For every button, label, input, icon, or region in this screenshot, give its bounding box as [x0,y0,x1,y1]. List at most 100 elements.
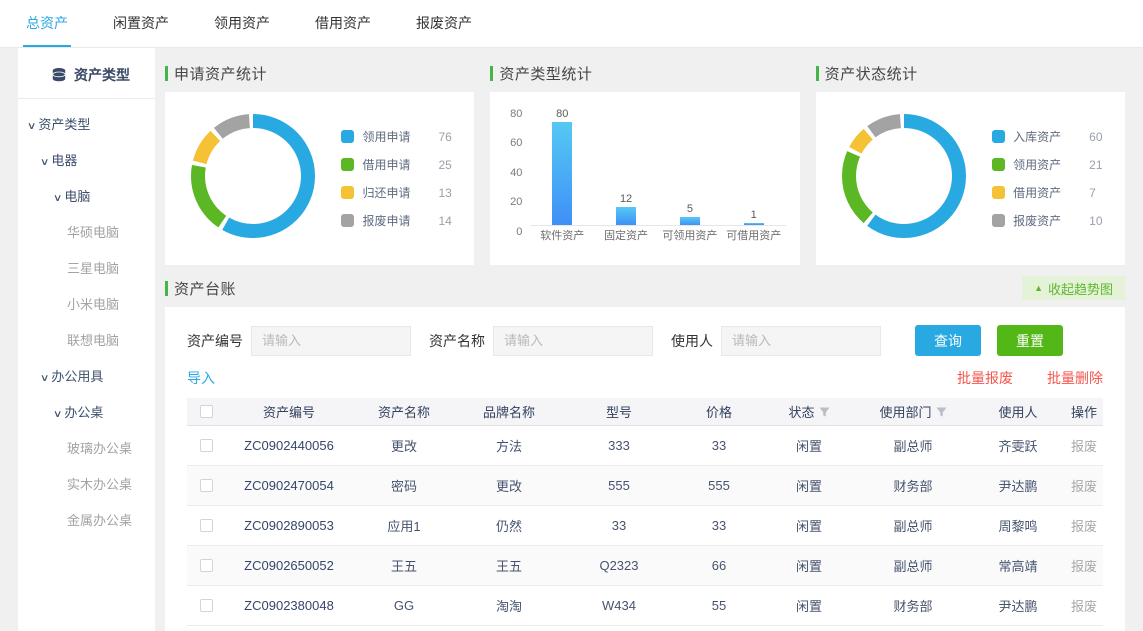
asset-type-icon [51,67,67,83]
tab-借用资产[interactable]: 借用资产 [312,0,374,47]
legend-label: 领用资产 [1013,156,1071,173]
legend-item-领用申请[interactable]: 领用申请76 [341,128,451,145]
cell-code: ZC0902440056 [225,438,353,453]
legend-swatch-icon [992,214,1005,227]
action-报废[interactable]: 报废 [1071,476,1097,495]
batch-links: 批量报废 批量删除 [957,368,1103,388]
header-checkbox-cell [187,405,225,418]
cell-status: 闲置 [763,516,855,535]
search-input-资产名称[interactable] [493,326,653,356]
bar-软件资产 [552,122,572,225]
query-button[interactable]: 查询 [915,325,981,356]
tree-item-金属办公桌[interactable]: 金属办公桌 [18,503,155,539]
search-field-使用人: 使用人 [671,326,881,356]
main-panel: 申请资产统计 领用申请76借用申请25归还申请13报废申请14 资产类型统计 0… [165,48,1125,631]
tab-报废资产[interactable]: 报废资产 [413,0,475,47]
row-checkbox[interactable] [200,559,213,572]
tree-item-三星电脑[interactable]: 三星电脑 [18,251,155,287]
y-axis-tick: 80 [498,108,522,120]
tab-闲置资产[interactable]: 闲置资产 [110,0,172,47]
tree-item-办公桌[interactable]: ∨办公桌 [18,395,155,431]
legend-item-报废资产[interactable]: 报废资产10 [992,212,1102,229]
bar-column-可领用资产: 5可领用资产 [658,108,722,225]
cell-user: 常高靖 [971,556,1065,575]
search-input-使用人[interactable] [721,326,881,356]
column-header-资产编号: 资产编号 [225,402,353,421]
tree-item-玻璃办公桌[interactable]: 玻璃办公桌 [18,431,155,467]
action-报废[interactable]: 报废 [1071,556,1097,575]
action-报废[interactable]: 报废 [1071,596,1097,615]
status-stats-section: 资产状态统计 入库资产60领用资产21借用资产7报废资产10 [816,48,1125,265]
x-axis-label: 可借用资产 [726,227,781,243]
search-field-资产名称: 资产名称 [429,326,653,356]
tree-item-label: 电器 [51,153,77,168]
legend-item-归还申请[interactable]: 归还申请13 [341,184,451,201]
legend-item-借用申请[interactable]: 借用申请25 [341,156,451,173]
cell-dept: 副总师 [855,436,971,455]
cell-code: ZC0902380048 [225,598,353,613]
tree-item-实木办公桌[interactable]: 实木办公桌 [18,467,155,503]
legend-item-报废申请[interactable]: 报废申请14 [341,212,451,229]
column-header-型号: 型号 [563,402,675,421]
chart-legend: 入库资产60 领用资产21 借用资产7 报废资产10 [992,128,1102,229]
links-row: 导入 批量报废 批量删除 [187,368,1103,388]
cell-dept: 财务部 [855,476,971,495]
batch-scrap-link[interactable]: 批量报废 [957,368,1013,388]
legend-value: 7 [1089,186,1096,200]
row-checkbox[interactable] [200,599,213,612]
tree-item-label: 金属办公桌 [67,513,132,528]
batch-delete-link[interactable]: 批量删除 [1047,368,1103,388]
tree-item-label: 电脑 [64,189,90,204]
tree-item-联想电脑[interactable]: 联想电脑 [18,323,155,359]
import-link[interactable]: 导入 [187,368,215,388]
legend-label: 归还申请 [362,184,420,201]
donut-svg [187,110,319,242]
apply-stats-donut-chart: 领用申请76 借用申请25 归还申请13 报废申请14 [165,92,474,265]
row-checkbox[interactable] [200,479,213,492]
tab-总资产[interactable]: 总资产 [23,0,71,47]
apply-stats-title: 申请资产统计 [165,60,474,86]
row-actions: 编辑报废删除 [1065,596,1103,615]
cell-dept: 副总师 [855,556,971,575]
ledger-title-text: 资产台账 [174,278,236,299]
cell-name: 王五 [353,556,455,575]
chevron-down-icon: ∨ [40,361,50,397]
column-header-label: 资产编号 [263,402,315,421]
action-报废[interactable]: 报废 [1071,436,1097,455]
tab-领用资产[interactable]: 领用资产 [211,0,273,47]
ledger-title: 资产台账 [165,275,236,301]
tree-item-电脑[interactable]: ∨电脑 [18,179,155,215]
content-area: 资产类型 ∨资产类型∨电器∨电脑华硕电脑三星电脑小米电脑联想电脑∨办公用具∨办公… [0,48,1143,631]
filter-funnel-icon[interactable] [819,407,830,417]
cell-model: 333 [563,438,675,453]
search-input-资产编号[interactable] [251,326,411,356]
legend-item-入库资产[interactable]: 入库资产60 [992,128,1102,145]
legend-item-领用资产[interactable]: 领用资产21 [992,156,1102,173]
tree-item-label: 办公桌 [64,405,103,420]
column-header-label: 状态 [788,402,814,421]
asset-type-tree: ∨资产类型∨电器∨电脑华硕电脑三星电脑小米电脑联想电脑∨办公用具∨办公桌玻璃办公… [18,99,155,539]
collapse-trend-button[interactable]: ▲ 收起趋势图 [1022,276,1125,300]
filter-funnel-icon[interactable] [936,407,947,417]
tree-item-华硕电脑[interactable]: 华硕电脑 [18,215,155,251]
action-报废[interactable]: 报废 [1071,516,1097,535]
select-all-checkbox[interactable] [200,405,213,418]
cell-user: 周黎鸣 [971,516,1065,535]
row-checkbox[interactable] [200,439,213,452]
row-checkbox[interactable] [200,519,213,532]
column-header-价格: 价格 [675,402,763,421]
table-row: ZC0902890053应用1仍然3333闲置副总师周黎鸣编辑报废删除 [187,506,1103,546]
reset-button[interactable]: 重置 [997,325,1063,356]
tree-item-办公用具[interactable]: ∨办公用具 [18,359,155,395]
cell-name: 应用1 [353,516,455,535]
legend-item-借用资产[interactable]: 借用资产7 [992,184,1102,201]
tree-item-小米电脑[interactable]: 小米电脑 [18,287,155,323]
cell-model: 555 [563,478,675,493]
tree-item-资产类型[interactable]: ∨资产类型 [18,107,155,143]
tree-item-电器[interactable]: ∨电器 [18,143,155,179]
legend-label: 借用申请 [362,156,420,173]
legend-value: 76 [438,130,451,144]
bar-plot: 02040608080软件资产12固定资产5可领用资产1可借用资产 [530,108,785,226]
tree-item-label: 资产类型 [38,117,90,132]
search-row: 资产编号资产名称使用人 查询 重置 [187,325,1103,356]
